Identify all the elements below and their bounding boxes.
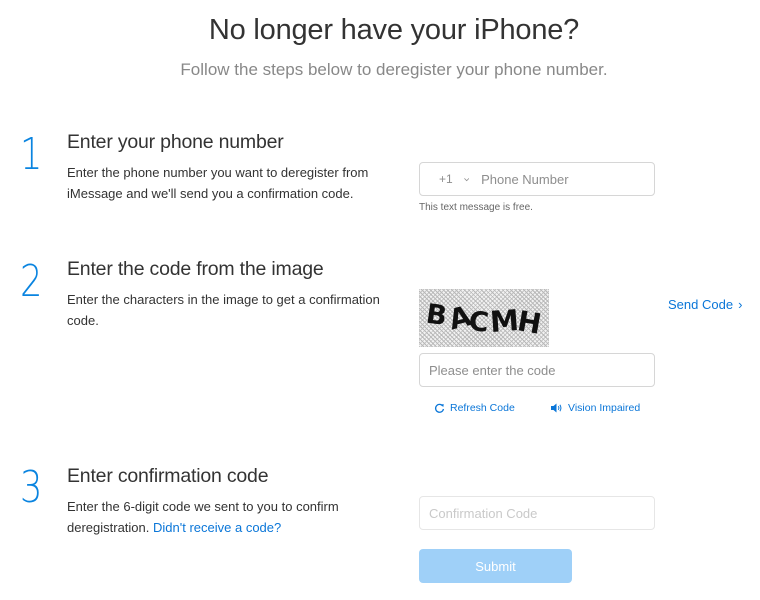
step-title: Enter confirmation code: [67, 465, 269, 487]
captcha-char: H: [515, 304, 544, 341]
page-title: No longer have your iPhone?: [208, 14, 580, 46]
country-code-select[interactable]: +1: [439, 172, 453, 186]
refresh-code-label: Refresh Code: [450, 402, 515, 414]
step-description: Enter the 6-digit code we sent to you to…: [67, 496, 407, 538]
step-number: 1: [20, 129, 43, 180]
captcha-char: C: [467, 306, 490, 339]
captcha-input[interactable]: [420, 354, 654, 386]
refresh-icon: [435, 403, 445, 413]
speaker-icon: [551, 403, 562, 413]
submit-button[interactable]: Submit: [419, 549, 572, 583]
didnt-receive-code-link[interactable]: Didn't receive a code?: [153, 520, 281, 535]
step-title: Enter your phone number: [67, 131, 284, 153]
vision-impaired-button[interactable]: Vision Impaired: [551, 402, 640, 414]
send-code-button[interactable]: Send Code ›: [668, 297, 742, 312]
phone-number-input[interactable]: [469, 163, 654, 195]
phone-number-field: +1: [419, 162, 655, 196]
step-title: Enter the code from the image: [67, 258, 324, 280]
step-number: 3: [20, 462, 43, 513]
step-number: 2: [20, 256, 43, 307]
refresh-code-button[interactable]: Refresh Code: [434, 402, 515, 414]
confirmation-code-input[interactable]: [420, 497, 654, 529]
send-code-label: Send Code: [668, 297, 734, 312]
step-description: Enter the phone number you want to dereg…: [67, 165, 369, 201]
vision-impaired-label: Vision Impaired: [568, 402, 641, 414]
confirmation-code-field: [419, 496, 655, 530]
captcha-field: [419, 353, 655, 387]
chevron-right-icon: ›: [738, 297, 743, 312]
captcha-image: B A C M H: [419, 289, 549, 347]
sms-free-note: This text message is free.: [419, 202, 533, 213]
page-subtitle: Follow the steps below to deregister you…: [180, 60, 608, 79]
step-description: Enter the characters in the image to get…: [67, 292, 380, 328]
